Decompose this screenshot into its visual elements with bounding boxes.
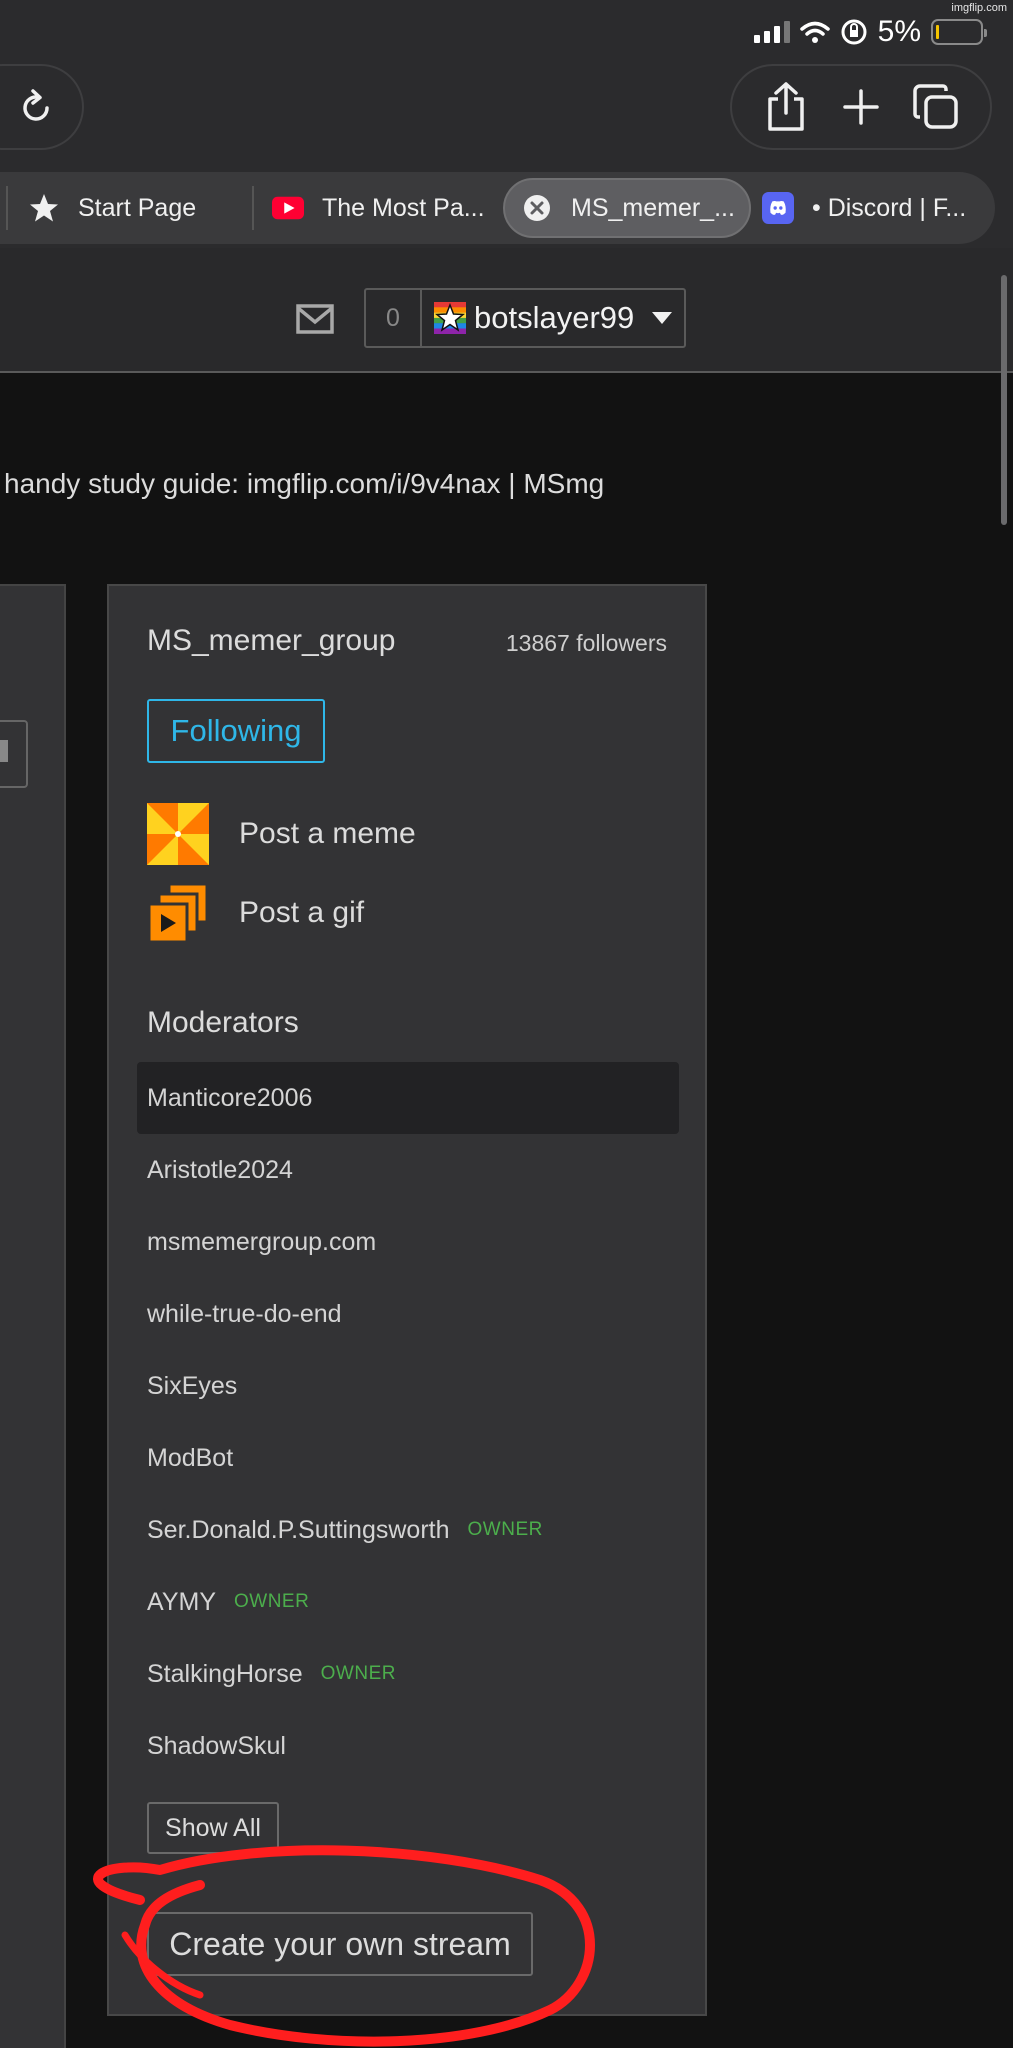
moderator-name: while-true-do-end bbox=[147, 1299, 342, 1328]
post-meme-link[interactable]: Post a meme bbox=[147, 803, 416, 865]
battery-fill bbox=[936, 25, 939, 39]
youtube-icon bbox=[272, 192, 304, 224]
tab-discord[interactable]: • Discord | F... bbox=[762, 178, 966, 238]
tabs-icon bbox=[913, 84, 959, 129]
username: botslayer99 bbox=[474, 300, 635, 335]
browser-actions bbox=[730, 64, 992, 150]
group-name[interactable]: MS_memer_group bbox=[147, 624, 395, 658]
moderator-row[interactable]: StalkingHorse OWNER bbox=[137, 1638, 679, 1710]
tab-ms-memer-group[interactable]: MS_memer_... bbox=[503, 178, 751, 238]
tab-youtube[interactable]: The Most Pa... bbox=[272, 178, 485, 238]
tab-label: • Discord | F... bbox=[812, 193, 967, 222]
post-meme-label: Post a meme bbox=[239, 817, 416, 850]
moderator-row[interactable]: ShadowSkul bbox=[137, 1710, 679, 1782]
owner-badge: OWNER bbox=[234, 1591, 310, 1612]
moderator-name: StalkingHorse bbox=[147, 1659, 303, 1688]
show-all-button[interactable]: Show All bbox=[147, 1802, 279, 1854]
page-scrollbar[interactable] bbox=[1001, 275, 1007, 525]
owner-badge: OWNER bbox=[467, 1519, 543, 1540]
moderator-row[interactable]: ModBot bbox=[137, 1422, 679, 1494]
tab-start-page[interactable]: Start Page bbox=[28, 178, 196, 238]
battery-icon bbox=[931, 19, 987, 45]
tab-label: MS_memer_... bbox=[571, 193, 735, 222]
moderator-row[interactable]: Ser.Donald.P.Suttingsworth OWNER bbox=[137, 1494, 679, 1566]
battery-percent: 5% bbox=[877, 15, 921, 48]
mail-icon[interactable] bbox=[296, 304, 334, 334]
moderators-heading: Moderators bbox=[147, 1006, 299, 1039]
share-icon bbox=[767, 82, 804, 131]
stream-sidebar: MS_memer_group 13867 followers Following… bbox=[107, 584, 707, 2016]
post-gif-label: Post a gif bbox=[239, 896, 365, 929]
wifi-icon bbox=[799, 21, 830, 43]
share-button[interactable] bbox=[760, 81, 812, 133]
watermark: imgflip.com bbox=[951, 2, 1007, 14]
tab-label: The Most Pa... bbox=[322, 193, 485, 222]
tabs-overview-button[interactable] bbox=[910, 81, 962, 133]
user-menu-button[interactable]: botslayer99 bbox=[422, 290, 684, 346]
browser-chrome: imgflip.com 5% Start Page The Most Pa...… bbox=[0, 0, 1013, 248]
moderator-row[interactable]: Aristotle2024 bbox=[137, 1134, 679, 1206]
user-box: 0 botslayer99 bbox=[364, 288, 686, 348]
moderator-name: Manticore2006 bbox=[147, 1083, 313, 1112]
tab-bar: Start Page The Most Pa... MS_memer_... •… bbox=[0, 172, 995, 244]
chevron-down-icon bbox=[652, 312, 673, 324]
post-gif-link[interactable]: Post a gif bbox=[147, 882, 364, 944]
partial-button[interactable] bbox=[0, 720, 28, 788]
moderator-name: SixEyes bbox=[147, 1371, 238, 1400]
following-button[interactable]: Following bbox=[147, 699, 325, 763]
reload-button[interactable] bbox=[0, 64, 84, 150]
plus-icon bbox=[843, 89, 879, 125]
gif-stack-icon bbox=[147, 882, 209, 944]
moderator-name: AYMY bbox=[147, 1587, 216, 1616]
owner-badge: OWNER bbox=[320, 1663, 396, 1684]
follower-count: 13867 followers bbox=[505, 630, 667, 656]
avatar bbox=[434, 302, 466, 334]
moderators-list: Manticore2006 Aristotle2024 msmemergroup… bbox=[137, 1062, 679, 1782]
create-stream-button[interactable]: Create your own stream bbox=[147, 1912, 533, 1976]
tab-separator bbox=[252, 186, 254, 230]
cellular-signal-icon bbox=[753, 21, 790, 43]
moderator-name: Ser.Donald.P.Suttingsworth bbox=[147, 1515, 450, 1544]
moderator-row[interactable]: msmemergroup.com bbox=[137, 1206, 679, 1278]
moderator-name: ModBot bbox=[147, 1443, 234, 1472]
moderator-row[interactable]: SixEyes bbox=[137, 1350, 679, 1422]
stream-description: handy study guide: imgflip.com/i/9v4nax … bbox=[4, 468, 605, 499]
status-bar: imgflip.com 5% bbox=[0, 0, 1013, 62]
close-icon[interactable] bbox=[521, 192, 553, 224]
moderator-row[interactable]: while-true-do-end bbox=[137, 1278, 679, 1350]
star-icon bbox=[28, 192, 60, 224]
tab-separator bbox=[6, 186, 8, 230]
moderator-name: ShadowSkul bbox=[147, 1731, 286, 1760]
reload-icon bbox=[23, 89, 49, 121]
pinwheel-icon bbox=[147, 803, 209, 865]
moderator-row[interactable]: Manticore2006 bbox=[137, 1062, 679, 1134]
main-content-panel bbox=[0, 584, 66, 2048]
notification-count[interactable]: 0 bbox=[366, 290, 422, 346]
new-tab-button[interactable] bbox=[835, 81, 887, 133]
rotation-lock-icon bbox=[841, 19, 867, 45]
moderator-name: msmemergroup.com bbox=[147, 1227, 377, 1256]
moderator-name: Aristotle2024 bbox=[147, 1155, 293, 1184]
site-header: 0 botslayer99 bbox=[0, 248, 1013, 373]
discord-icon bbox=[762, 192, 794, 224]
status-indicators: 5% bbox=[753, 14, 987, 50]
tab-label: Start Page bbox=[78, 193, 197, 222]
moderator-row[interactable]: AYMY OWNER bbox=[137, 1566, 679, 1638]
